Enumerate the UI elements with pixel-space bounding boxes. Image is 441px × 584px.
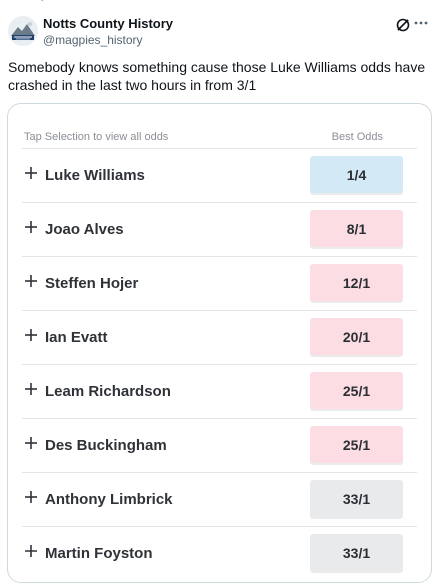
plus-icon[interactable] [24,382,38,396]
account-name[interactable]: Notts County History [43,16,173,31]
odds-button[interactable]: 33/1 [310,480,403,517]
club-crest-icon [8,16,38,46]
more-icon[interactable] [413,15,429,31]
plus-icon[interactable] [24,436,38,450]
odds-row[interactable]: Joao Alves 8/1 [22,202,417,256]
selection-name[interactable]: Steffen Hojer [45,275,138,292]
selection-name[interactable]: Anthony Limbrick [45,491,173,508]
odds-button[interactable]: 25/1 [310,426,403,463]
odds-button[interactable]: 33/1 [310,534,403,571]
account-handle[interactable]: @magpies_history [43,33,143,47]
selection-name[interactable]: Leam Richardson [45,383,171,400]
odds-row[interactable]: Steffen Hojer 12/1 [22,256,417,310]
grok-icon[interactable] [395,17,411,33]
odds-row[interactable]: Ian Evatt 20/1 [22,310,417,364]
odds-button[interactable]: 8/1 [310,210,403,247]
odds-row[interactable]: Luke Williams 1/4 [22,148,417,202]
avatar[interactable] [8,16,38,46]
previous-post-fragment: • --- [40,0,61,6]
odds-button[interactable]: 12/1 [310,264,403,301]
tap-selection-label: Tap Selection to view all odds [24,131,169,143]
selection-name[interactable]: Joao Alves [45,221,124,238]
odds-list: Luke Williams 1/4 Joao Alves 8/1 Steffen Hoj… [22,148,417,580]
odds-row[interactable]: Leam Richardson 25/1 [22,364,417,418]
odds-image-card[interactable]: Tap Selection to view all odds Best Odds… [7,103,432,583]
plus-icon[interactable] [24,544,38,558]
best-odds-label: Best Odds [331,131,383,143]
selection-name[interactable]: Martin Foyston [45,545,153,562]
selection-name[interactable]: Ian Evatt [45,329,108,346]
odds-button[interactable]: 25/1 [310,372,403,409]
card-bottom-edge [8,579,431,582]
odds-button[interactable]: 20/1 [310,318,403,355]
odds-row[interactable]: Des Buckingham 25/1 [22,418,417,472]
odds-row[interactable]: Anthony Limbrick 33/1 [22,472,417,526]
plus-icon[interactable] [24,490,38,504]
selection-name[interactable]: Des Buckingham [45,437,167,454]
post-text: Somebody knows something cause those Luk… [8,59,426,93]
plus-icon[interactable] [24,274,38,288]
plus-icon[interactable] [24,166,38,180]
selection-name[interactable]: Luke Williams [45,167,145,184]
odds-row[interactable]: Martin Foyston 33/1 [22,526,417,580]
odds-button[interactable]: 1/4 [310,156,403,193]
plus-icon[interactable] [24,328,38,342]
plus-icon[interactable] [24,220,38,234]
post-header: Notts County History @magpies_history [8,14,429,50]
